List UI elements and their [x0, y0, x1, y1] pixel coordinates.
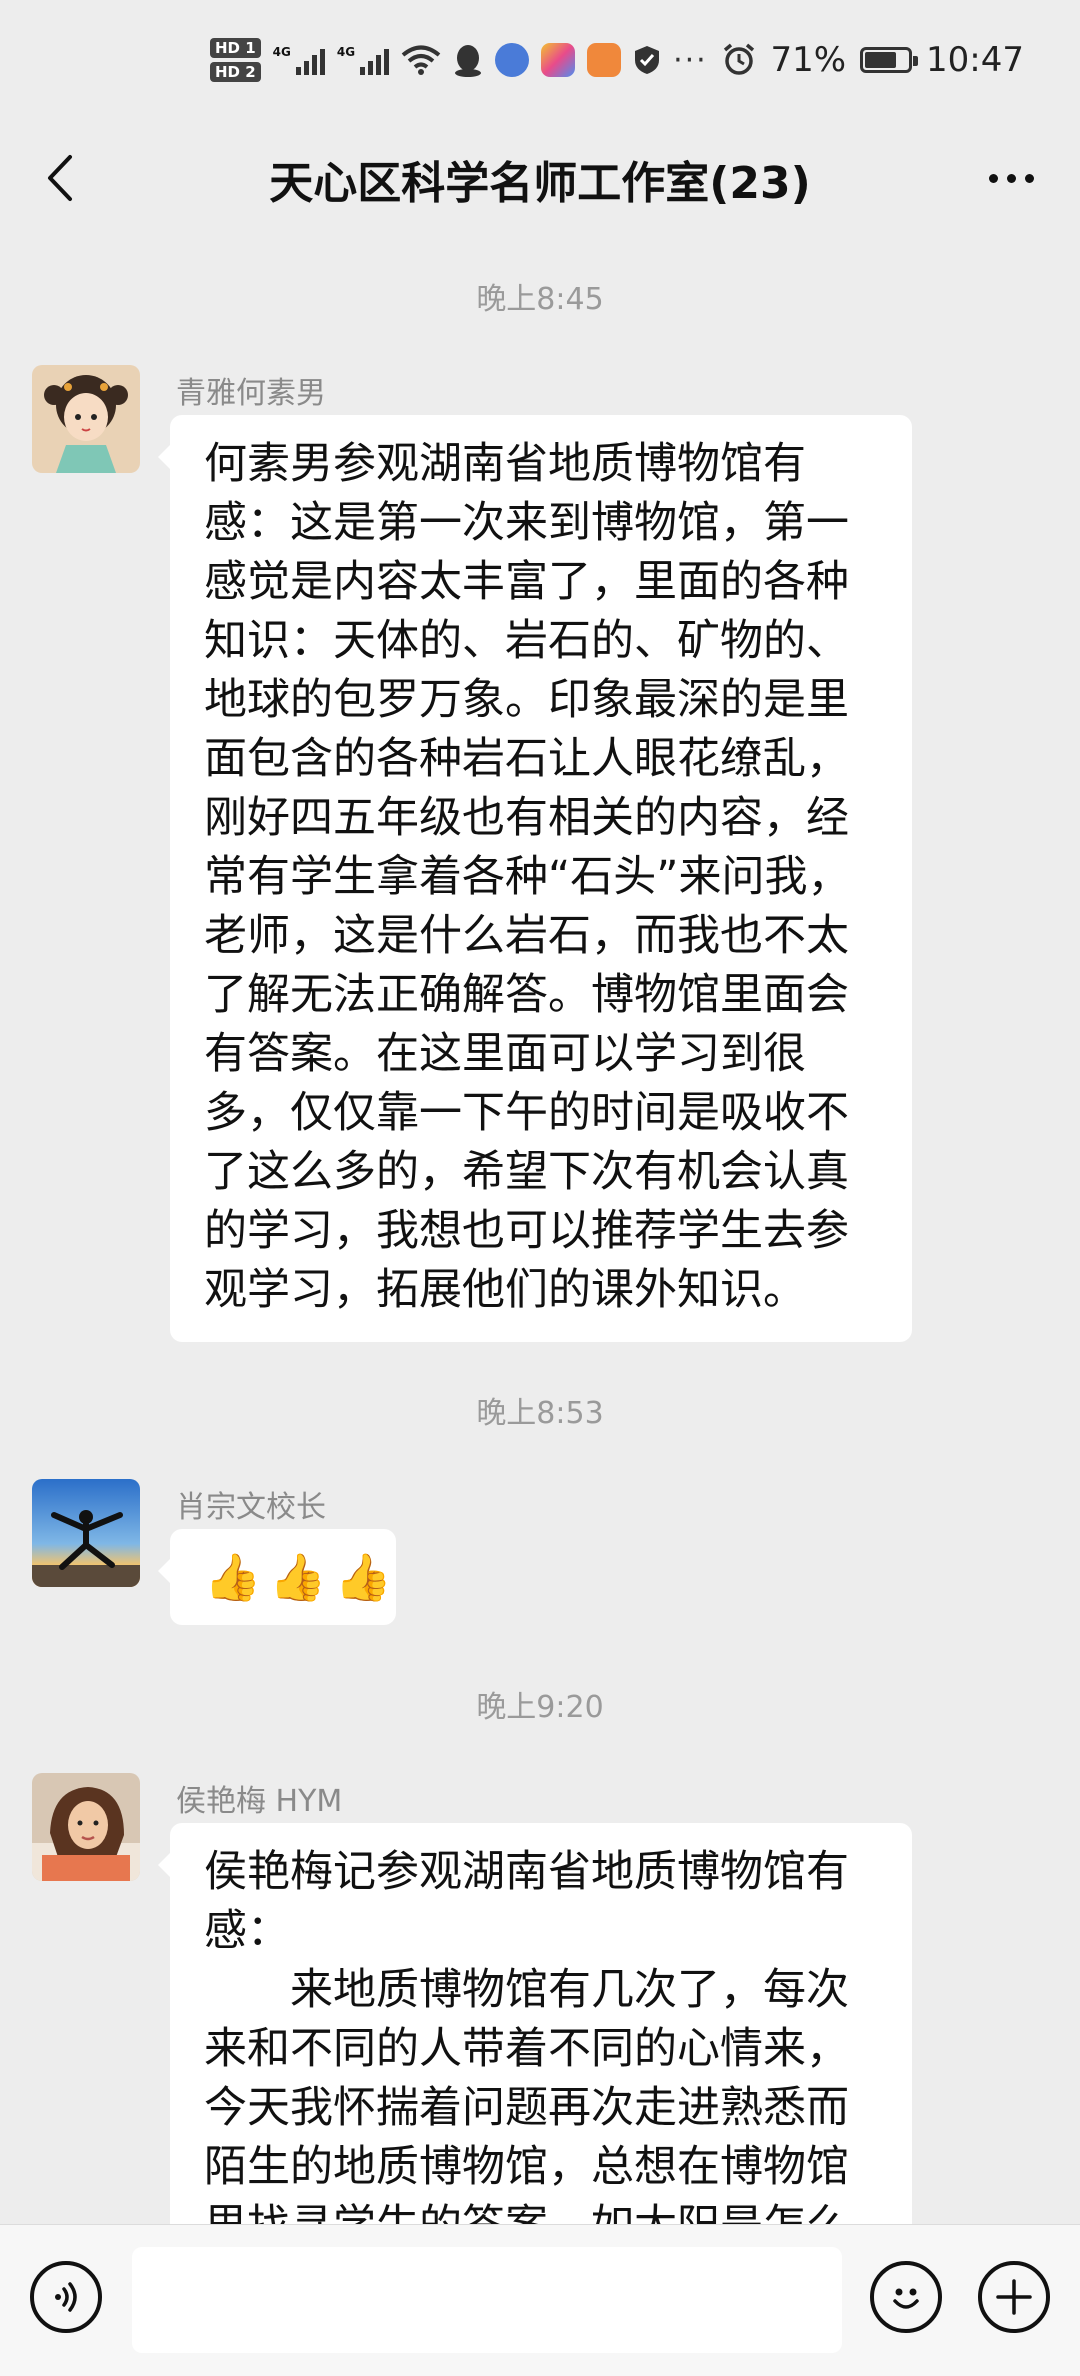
network-type-1: 4G	[272, 45, 291, 59]
timestamp: 晚上8:45	[476, 282, 604, 317]
status-bar: HD 1 HD 2 4G 4G ··· 71% 10:47	[0, 0, 1080, 120]
emoji-row: 👍 👍 👍	[204, 1549, 392, 1605]
wifi-icon	[401, 45, 441, 75]
battery-icon	[860, 47, 919, 73]
clock: 10:47	[926, 40, 1024, 80]
more-dot	[1024, 173, 1034, 183]
voice-button[interactable]	[30, 2261, 102, 2333]
message-input[interactable]	[132, 2247, 842, 2353]
chevron-left-icon	[48, 155, 72, 201]
message-bubble[interactable]: 侯艳梅记参观湖南省地质博物馆有感： 来地质博物馆有几次了，每次来和不同的人带着不…	[158, 1823, 912, 2224]
chat-screen: HD 1 HD 2 4G 4G ··· 71% 10:47 天心区科学名师工作室…	[0, 0, 1080, 2376]
hd-badges: HD 1 HD 2	[210, 38, 261, 82]
thumbs-up-icon: 👍	[334, 1550, 392, 1604]
add-button[interactable]	[978, 2261, 1050, 2333]
plus-icon	[996, 2279, 1032, 2315]
app-icon	[541, 43, 576, 77]
message-text: 来地质博物馆有几次了，每次来和不同的人带着不同的心情来，今天我怀揣着问题再次走进…	[204, 1965, 849, 2224]
message-bubble[interactable]: 👍 👍 👍	[158, 1529, 396, 1625]
health-icon	[587, 43, 622, 77]
timestamp: 晚上9:20	[476, 1690, 604, 1725]
timestamp: 晚上8:53	[476, 1396, 604, 1431]
smiley-icon	[893, 2288, 919, 2309]
more-notifications: ···	[673, 42, 708, 78]
signal-icon-2: 4G	[336, 45, 390, 75]
input-bar	[0, 2224, 1080, 2376]
hd1-badge: HD 1	[210, 38, 261, 58]
message-text: 侯艳梅记参观湖南省地质博物馆有感：	[204, 1847, 849, 1956]
battery-percent: 71%	[770, 40, 847, 80]
signal-icon: 4G	[273, 45, 325, 75]
message-text: 何素男参观湖南省地质博物馆有感：这是第一次来到博物馆，第一感觉是内容太丰富了，里…	[204, 439, 851, 1315]
sender-name: 侯艳梅 HYM	[176, 1784, 343, 1819]
sender-name: 肖宗文校长	[176, 1490, 326, 1525]
music-icon	[495, 43, 530, 77]
status-left: HD 1 HD 2 4G 4G ···	[210, 38, 708, 82]
back-button[interactable]	[30, 148, 90, 208]
shield-icon	[635, 46, 660, 74]
avatar-jumping-silhouette	[32, 1479, 140, 1587]
battery-fill	[865, 52, 897, 68]
alarm-icon	[724, 43, 755, 75]
more-dot	[1006, 173, 1016, 183]
hd2-badge: HD 2	[210, 62, 261, 82]
avatar[interactable]	[32, 1773, 140, 1881]
emoji-button[interactable]	[870, 2261, 942, 2333]
qq-icon	[455, 45, 482, 77]
avatar-cartoon-girl	[32, 365, 140, 473]
avatar-woman-photo	[32, 1773, 140, 1881]
avatar[interactable]	[32, 365, 140, 473]
status-right: 71% 10:47	[722, 40, 1024, 80]
sender-name: 青雅何素男	[176, 376, 326, 411]
page-title: 天心区科学名师工作室(23)	[269, 158, 811, 209]
more-button[interactable]	[976, 148, 1046, 208]
voice-icon	[55, 2282, 77, 2312]
message-list[interactable]: 晚上8:45 青雅何素男 何素男参观湖南省地质博物馆有感：这是第一次来到博物馆，…	[0, 238, 1080, 2224]
more-dot	[988, 173, 998, 183]
thumbs-up-icon: 👍	[204, 1550, 262, 1604]
thumbs-up-icon: 👍	[269, 1550, 327, 1604]
avatar[interactable]	[32, 1479, 140, 1587]
network-type-2: 4G	[336, 45, 356, 59]
nav-bar: 天心区科学名师工作室(23)	[0, 120, 1080, 238]
message-bubble[interactable]: 何素男参观湖南省地质博物馆有感：这是第一次来到博物馆，第一感觉是内容太丰富了，里…	[158, 415, 912, 1342]
